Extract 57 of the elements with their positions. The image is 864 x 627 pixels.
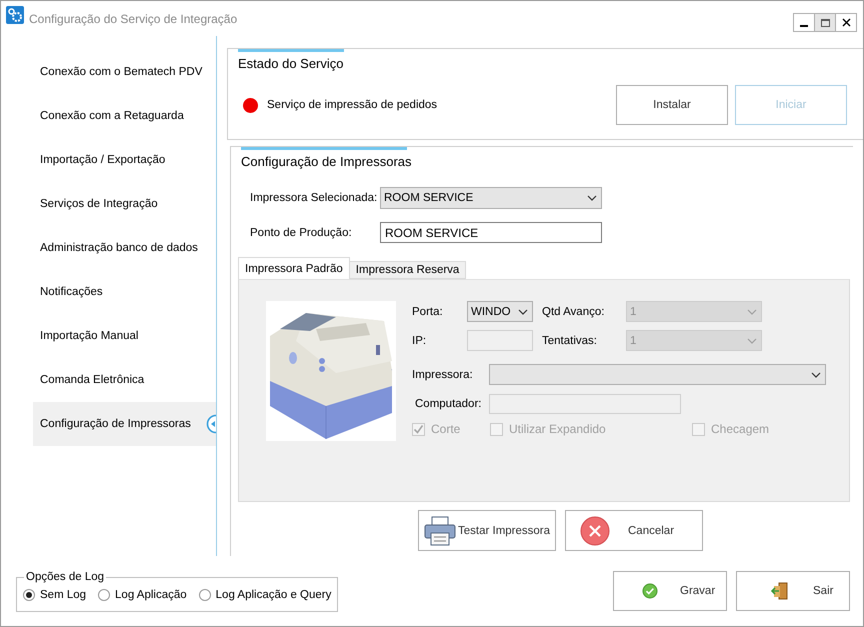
sidebar-item[interactable]: Conexão com a Retaguarda xyxy=(33,94,216,138)
minimize-icon xyxy=(800,24,808,26)
window-title: Configuração do Serviço de Integração xyxy=(29,12,238,26)
printer-icon xyxy=(424,516,456,546)
production-point-field[interactable]: ROOM SERVICE xyxy=(380,222,602,243)
log-option-radio[interactable]: Log Aplicação xyxy=(98,589,187,601)
field-label: Tentativas: xyxy=(542,334,598,346)
field-label: Qtd Avanço: xyxy=(542,306,606,318)
field-label: Impressora Selecionada: xyxy=(250,192,378,204)
section-title: Estado do Serviço xyxy=(238,56,345,71)
save-button[interactable]: Gravar xyxy=(613,571,727,611)
tab[interactable]: Impressora Padrão xyxy=(238,257,350,279)
app-gear-icon xyxy=(6,6,24,24)
sidebar-item[interactable]: Importação Manual xyxy=(33,314,216,358)
install-button[interactable]: Instalar xyxy=(616,85,728,125)
radio-dot-icon xyxy=(26,592,32,598)
close-button[interactable] xyxy=(835,13,857,32)
checkbox-label: Checagem xyxy=(711,422,770,436)
printer-name-select[interactable] xyxy=(489,364,826,385)
exit-button[interactable]: Sair xyxy=(736,571,850,611)
test-print-button[interactable]: Testar Impressora xyxy=(418,510,556,551)
group-title: Opções de Log xyxy=(25,571,106,583)
caret-icon xyxy=(747,308,757,314)
collapse-arrow-icon[interactable] xyxy=(205,414,216,434)
sidebar-item[interactable]: Administração banco de dados xyxy=(33,226,216,270)
port-select[interactable]: WINDO xyxy=(467,301,533,322)
field-label: IP: xyxy=(412,334,428,346)
field-label: Computador: xyxy=(414,398,482,410)
sidebar-item[interactable]: Notificações xyxy=(33,270,216,314)
exit-door-icon xyxy=(771,582,789,600)
cancel-button[interactable]: Cancelar xyxy=(565,510,703,551)
checkbox-label: Utilizar Expandido xyxy=(509,422,606,436)
printer-select[interactable]: ROOM SERVICE xyxy=(380,187,602,209)
close-icon xyxy=(842,18,850,27)
caret-icon xyxy=(587,195,597,201)
tab[interactable]: Impressora Reserva xyxy=(348,261,466,279)
section-title: Configuração de Impressoras xyxy=(240,154,413,169)
sidebar-item[interactable]: Conexão com o Bematech PDV xyxy=(33,50,216,94)
sidebar-item[interactable]: Importação / Exportação xyxy=(33,138,216,182)
maximize-button[interactable] xyxy=(814,13,836,32)
check-circle-icon xyxy=(642,583,658,599)
sidebar-item[interactable]: Comanda Eletrônica xyxy=(33,358,216,402)
sidebar-item[interactable]: Serviços de Integração xyxy=(33,182,216,226)
field-label: Impressora: xyxy=(412,368,474,380)
sidebar-item[interactable]: Configuração de Impressoras xyxy=(33,402,216,446)
caret-icon xyxy=(747,338,757,344)
log-option-radio[interactable]: Log Aplicação e Query xyxy=(198,589,332,601)
caret-icon xyxy=(811,372,821,378)
checkbox-label: Corte xyxy=(431,422,460,436)
field-label: Porta: xyxy=(412,306,444,318)
status-label: Serviço de impressão de pedidos xyxy=(267,99,438,111)
caret-icon xyxy=(518,308,528,314)
log-option-radio[interactable]: Sem Log xyxy=(23,589,86,601)
minimize-button[interactable] xyxy=(793,13,815,32)
field-label: Ponto de Produção: xyxy=(250,226,353,238)
cancel-icon xyxy=(580,516,610,546)
maximize-icon xyxy=(820,18,830,26)
